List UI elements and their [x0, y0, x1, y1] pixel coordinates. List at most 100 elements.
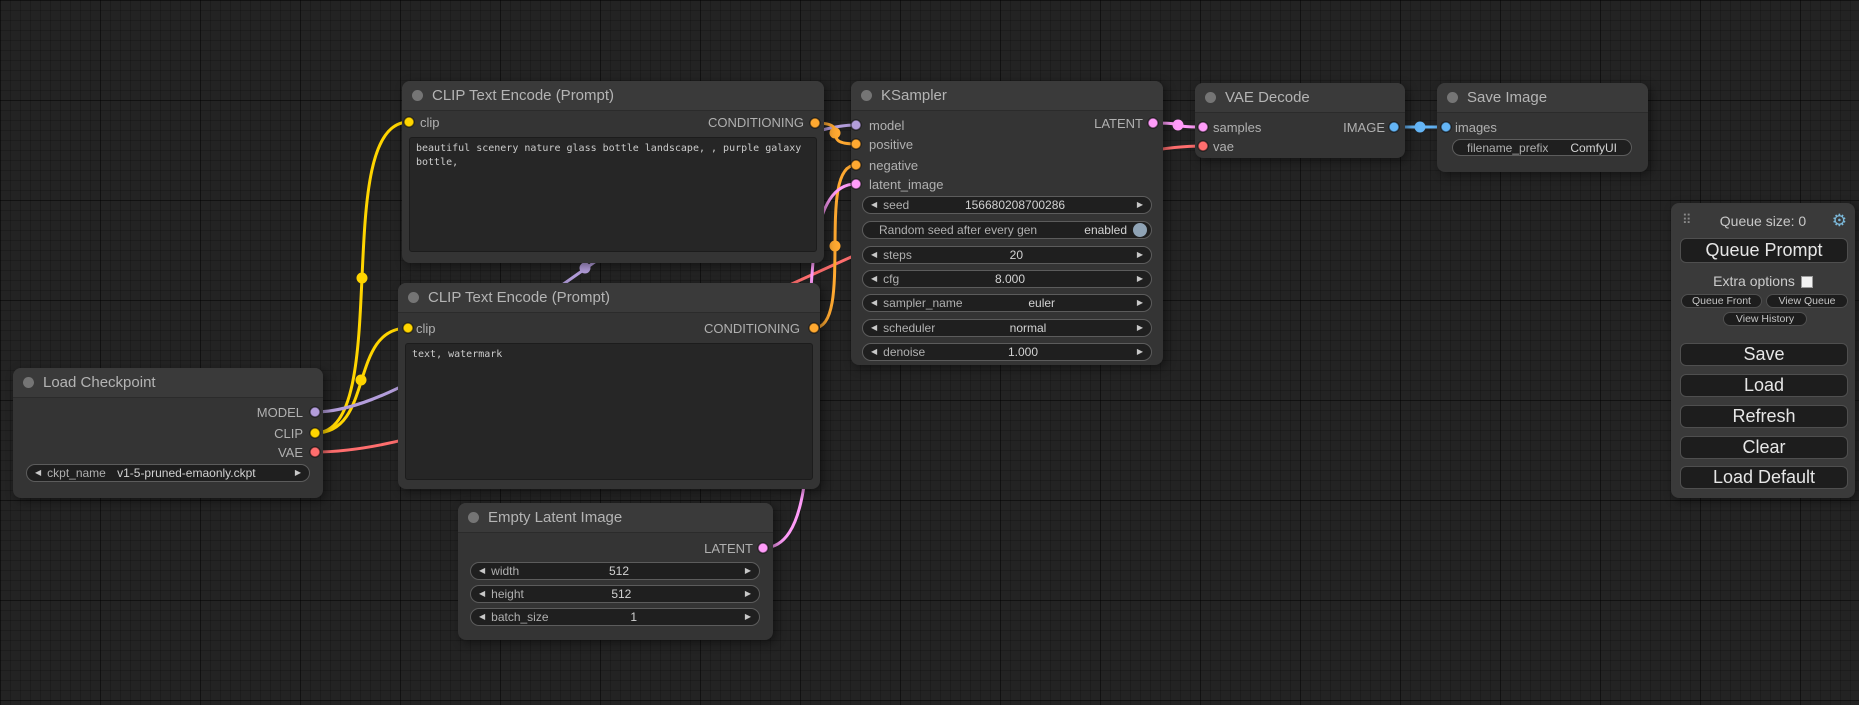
node-title: KSampler — [881, 87, 947, 104]
input-label-clip: clip — [420, 112, 440, 132]
increment-arrow-icon[interactable]: ▶ — [1137, 251, 1143, 259]
decrement-arrow-icon[interactable]: ◀ — [871, 201, 877, 209]
output-label-conditioning: CONDITIONING — [708, 112, 804, 132]
node-title: Empty Latent Image — [488, 509, 622, 526]
input-label-latent-image: latent_image — [869, 174, 943, 194]
extra-options-label: Extra options — [1713, 273, 1795, 289]
node-header[interactable]: CLIP Text Encode (Prompt) — [398, 283, 820, 313]
wire-midpoint-dot — [830, 128, 841, 139]
extra-options-checkbox[interactable] — [1801, 276, 1813, 288]
wire-midpoint-dot — [1415, 122, 1426, 133]
node-header[interactable]: VAE Decode — [1195, 83, 1405, 113]
output-label-model: MODEL — [257, 402, 303, 422]
wire-midpoint-dot — [357, 273, 368, 284]
node-header[interactable]: Empty Latent Image — [458, 503, 773, 533]
decrement-arrow-icon[interactable]: ◀ — [871, 348, 877, 356]
collapse-dot-icon[interactable] — [412, 90, 423, 101]
widget-seed[interactable]: ◀ seed 156680208700286 ▶ — [862, 196, 1152, 214]
toggle-circle-icon[interactable] — [1133, 223, 1147, 237]
widget-cfg[interactable]: ◀ cfg 8.000 ▶ — [862, 270, 1152, 288]
increment-arrow-icon[interactable]: ▶ — [745, 567, 751, 575]
widget-sampler-name[interactable]: ◀ sampler_name euler ▶ — [862, 294, 1152, 312]
input-label-negative: negative — [869, 155, 918, 175]
output-label-latent: LATENT — [704, 538, 753, 558]
node-header[interactable]: Save Image — [1437, 83, 1648, 113]
output-label-latent: LATENT — [1094, 113, 1143, 133]
decrement-arrow-icon[interactable]: ◀ — [479, 613, 485, 621]
queue-front-button[interactable]: Queue Front — [1681, 294, 1762, 308]
decrement-arrow-icon[interactable]: ◀ — [871, 299, 877, 307]
increment-arrow-icon[interactable]: ▶ — [1137, 348, 1143, 356]
node-graph-canvas[interactable]: Load Checkpoint MODEL CLIP VAE ◀ ckpt_na… — [0, 0, 1859, 705]
increment-arrow-icon[interactable]: ▶ — [1137, 275, 1143, 283]
view-queue-button[interactable]: View Queue — [1766, 294, 1848, 308]
node-empty-latent-image[interactable]: Empty Latent Image LATENT ◀ width 512 ▶ … — [458, 503, 773, 640]
decrement-arrow-icon[interactable]: ◀ — [871, 275, 877, 283]
node-clip-text-encode-negative[interactable]: CLIP Text Encode (Prompt) clip CONDITION… — [398, 283, 820, 489]
node-title: Load Checkpoint — [43, 374, 156, 391]
queue-panel: ⠿ Queue size: 0 ⚙ Queue Prompt Extra opt… — [1671, 203, 1855, 498]
increment-arrow-icon[interactable]: ▶ — [1137, 324, 1143, 332]
widget-filename-prefix[interactable]: filename_prefix ComfyUI — [1452, 139, 1632, 156]
collapse-dot-icon[interactable] — [23, 377, 34, 388]
collapse-dot-icon[interactable] — [468, 512, 479, 523]
save-button[interactable]: Save — [1680, 343, 1848, 366]
node-header[interactable]: Load Checkpoint — [13, 368, 323, 398]
collapse-dot-icon[interactable] — [1447, 92, 1458, 103]
increment-arrow-icon[interactable]: ▶ — [1137, 201, 1143, 209]
widget-scheduler[interactable]: ◀ scheduler normal ▶ — [862, 319, 1152, 337]
decrement-arrow-icon[interactable]: ◀ — [871, 324, 877, 332]
widget-denoise[interactable]: ◀ denoise 1.000 ▶ — [862, 343, 1152, 361]
widget-batch-size[interactable]: ◀ batch_size 1 ▶ — [470, 608, 760, 626]
input-label-clip: clip — [416, 318, 436, 338]
output-label-conditioning: CONDITIONING — [704, 318, 800, 338]
increment-arrow-icon[interactable]: ▶ — [745, 590, 751, 598]
input-label-images: images — [1455, 117, 1497, 137]
queue-size-label: Queue size: 0 — [1671, 213, 1855, 229]
prompt-text-area[interactable]: beautiful scenery nature glass bottle la… — [409, 137, 817, 252]
wire-midpoint-dot — [1173, 120, 1184, 131]
collapse-dot-icon[interactable] — [408, 292, 419, 303]
prompt-text-area[interactable]: text, watermark — [405, 343, 813, 480]
input-label-vae: vae — [1213, 136, 1234, 156]
refresh-button[interactable]: Refresh — [1680, 405, 1848, 428]
node-title: CLIP Text Encode (Prompt) — [432, 87, 614, 104]
wire-midpoint-dot — [356, 375, 367, 386]
output-label-vae: VAE — [278, 442, 303, 462]
load-default-button[interactable]: Load Default — [1680, 466, 1848, 489]
widget-steps[interactable]: ◀ steps 20 ▶ — [862, 246, 1152, 264]
node-header[interactable]: KSampler — [851, 81, 1163, 111]
view-history-button[interactable]: View History — [1723, 312, 1807, 326]
node-title: VAE Decode — [1225, 89, 1310, 106]
collapse-dot-icon[interactable] — [1205, 92, 1216, 103]
widget-ckpt-name[interactable]: ◀ ckpt_name v1-5-pruned-emaonly.ckpt ▶ — [26, 464, 310, 482]
node-save-image[interactable]: Save Image images filename_prefix ComfyU… — [1437, 83, 1648, 172]
node-ksampler[interactable]: KSampler model positive negative latent_… — [851, 81, 1163, 365]
input-label-samples: samples — [1213, 117, 1261, 137]
widget-random-seed-toggle[interactable]: Random seed after every gen enabled — [862, 221, 1152, 239]
node-clip-text-encode-positive[interactable]: CLIP Text Encode (Prompt) clip CONDITION… — [402, 81, 824, 263]
increment-arrow-icon[interactable]: ▶ — [1137, 299, 1143, 307]
increment-arrow-icon[interactable]: ▶ — [745, 613, 751, 621]
gear-icon[interactable]: ⚙ — [1832, 211, 1847, 231]
node-header[interactable]: CLIP Text Encode (Prompt) — [402, 81, 824, 111]
queue-prompt-button[interactable]: Queue Prompt — [1680, 238, 1848, 263]
widget-height[interactable]: ◀ height 512 ▶ — [470, 585, 760, 603]
collapse-dot-icon[interactable] — [861, 90, 872, 101]
widget-width[interactable]: ◀ width 512 ▶ — [470, 562, 760, 580]
decrement-arrow-icon[interactable]: ◀ — [871, 251, 877, 259]
load-button[interactable]: Load — [1680, 374, 1848, 397]
wire-midpoint-dot — [830, 241, 841, 252]
decrement-arrow-icon[interactable]: ◀ — [479, 567, 485, 575]
clear-button[interactable]: Clear — [1680, 436, 1848, 459]
increment-arrow-icon[interactable]: ▶ — [295, 469, 301, 477]
node-title: CLIP Text Encode (Prompt) — [428, 289, 610, 306]
node-load-checkpoint[interactable]: Load Checkpoint MODEL CLIP VAE ◀ ckpt_na… — [13, 368, 323, 498]
output-label-image: IMAGE — [1343, 117, 1385, 137]
wire-midpoint-dot — [580, 263, 591, 274]
node-vae-decode[interactable]: VAE Decode samples vae IMAGE — [1195, 83, 1405, 158]
decrement-arrow-icon[interactable]: ◀ — [35, 469, 41, 477]
input-label-model: model — [869, 115, 904, 135]
input-label-positive: positive — [869, 134, 913, 154]
decrement-arrow-icon[interactable]: ◀ — [479, 590, 485, 598]
